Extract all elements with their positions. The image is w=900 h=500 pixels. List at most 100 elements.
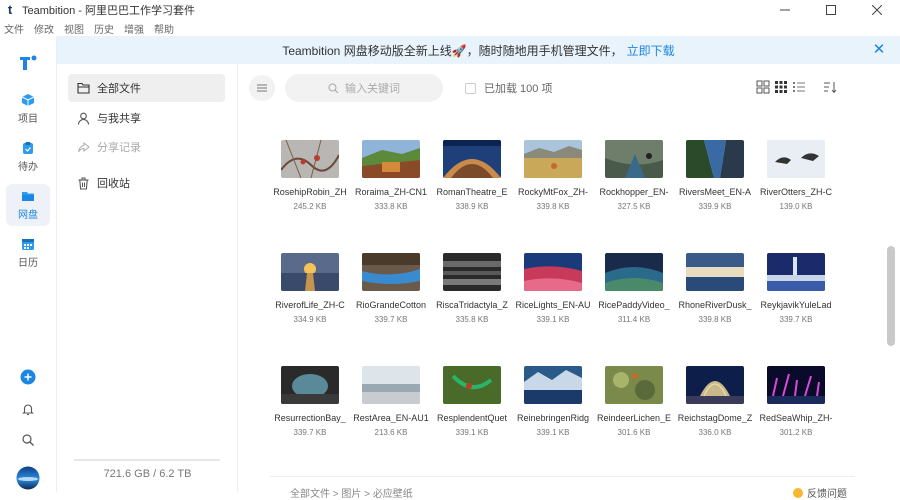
file-card[interactable]: Roraima_ZH-CN1 333.8 KB [351, 132, 431, 227]
file-card[interactable]: RiscaTridactyla_Z 335.8 KB [432, 245, 512, 340]
select-all-checkbox-group[interactable]: 已加载 100 项 [465, 80, 552, 96]
menu-edit[interactable]: 修改 [34, 21, 54, 36]
smile-icon [793, 487, 803, 498]
rail-item-drive[interactable]: 网盘 [6, 184, 50, 226]
small-grid-view-icon[interactable] [774, 80, 788, 94]
list-view-icon[interactable] [792, 80, 806, 94]
file-card[interactable]: ReindeerLichen_E 301.6 KB [594, 358, 674, 453]
nav-recycle-bin[interactable]: 回收站 [68, 169, 225, 197]
file-thumbnail [443, 140, 501, 178]
file-size: 311.4 KB [617, 315, 651, 324]
sort-icon[interactable] [823, 80, 837, 94]
maximize-button[interactable] [808, 0, 854, 20]
announcement-bar: Teambition 网盘移动版全新上线🚀，随时随地用手机管理文件， 立即下载 … [57, 36, 900, 64]
file-name: RiverofLife_ZH-C [275, 300, 345, 310]
drive-navigation: 全部文件 与我共享 分享记录 回收站 721.6 GB / 6.2 TB [57, 64, 238, 492]
file-thumbnail [524, 253, 582, 291]
file-name: Roraima_ZH-CN1 [354, 187, 427, 197]
file-card[interactable]: RiversMeet_EN-A 339.9 KB [675, 132, 755, 227]
file-card[interactable]: RioGrandeCotton 339.7 KB [351, 245, 431, 340]
window-title: Teambition - 阿里巴巴工作学习套件 [22, 5, 195, 17]
file-card[interactable]: RedSeaWhip_ZH- 301.2 KB [756, 358, 836, 453]
file-size: 245.2 KB [293, 202, 327, 211]
select-all-checkbox[interactable] [465, 82, 476, 94]
breadcrumb-item[interactable]: 全部文件 [290, 489, 330, 500]
vertical-scrollbar[interactable] [884, 110, 896, 492]
menu-enhance[interactable]: 增强 [124, 21, 144, 36]
file-card[interactable]: RomanTheatre_E 338.9 KB [432, 132, 512, 227]
rail-item-calendar[interactable]: 日历 [6, 232, 50, 274]
nav-recycle-label: 回收站 [97, 178, 130, 190]
user-avatar[interactable] [16, 466, 40, 490]
file-size: 339.7 KB [374, 315, 408, 324]
rail-label-calendar: 日历 [18, 258, 38, 269]
notifications-button[interactable] [19, 400, 37, 418]
file-card[interactable]: RockyMtFox_ZH- 339.8 KB [513, 132, 593, 227]
file-card[interactable]: ReichstagDome_Z 336.0 KB [675, 358, 755, 453]
file-size: 301.6 KB [617, 428, 651, 437]
file-size: 339.7 KB [293, 428, 327, 437]
nav-shared-label: 与我共享 [97, 113, 141, 125]
file-thumbnail [767, 253, 825, 291]
file-thumbnail [686, 253, 744, 291]
scrollbar-thumb[interactable] [887, 246, 895, 346]
file-card[interactable]: RosehipRobin_ZH 245.2 KB [270, 132, 350, 227]
close-window-button[interactable] [854, 0, 900, 20]
storage-usage-text: 721.6 GB / 6.2 TB [103, 468, 192, 480]
file-card[interactable]: ResplendentQuet 339.1 KB [432, 358, 512, 453]
menu-file[interactable]: 文件 [4, 21, 24, 36]
teambition-logo-icon: t [7, 2, 13, 17]
file-search-input[interactable]: 输入关键词 [285, 74, 443, 102]
calendar-icon [22, 239, 34, 250]
global-search-button[interactable] [19, 431, 37, 449]
file-card[interactable]: ReykjavikYuleLad 339.7 KB [756, 245, 836, 340]
file-size: 339.1 KB [455, 428, 489, 437]
nav-share-records[interactable]: 分享记录 [68, 133, 225, 161]
large-grid-view-icon[interactable] [756, 80, 770, 94]
minimize-button[interactable] [762, 0, 808, 20]
feedback-button[interactable]: 反馈问题 [793, 485, 847, 500]
breadcrumb-item[interactable]: 必应壁纸 [373, 489, 413, 500]
download-now-link[interactable]: 立即下载 [627, 42, 675, 59]
file-card[interactable]: ResurrectionBay_ 339.7 KB [270, 358, 350, 453]
file-thumbnail [362, 140, 420, 178]
menu-history[interactable]: 历史 [94, 21, 114, 36]
nav-all-files[interactable]: 全部文件 [68, 74, 225, 102]
search-icon [328, 82, 339, 93]
file-card[interactable]: Rockhopper_EN- 327.5 KB [594, 132, 674, 227]
app-rail: 项目 待办 网盘 日历 [0, 36, 57, 492]
file-thumbnail [443, 253, 501, 291]
collapse-menu-button[interactable] [249, 75, 275, 101]
file-name: RosehipRobin_ZH [273, 187, 347, 197]
file-card[interactable]: RicePaddyVideo_ 311.4 KB [594, 245, 674, 340]
announcement-close-icon[interactable]: ✕ [872, 42, 886, 57]
menu-view[interactable]: 视图 [64, 21, 84, 36]
file-thumbnail [605, 140, 663, 178]
feedback-label: 反馈问题 [807, 489, 847, 500]
file-card[interactable]: RiverOtters_ZH-C 139.0 KB [756, 132, 836, 227]
teambition-brand-icon[interactable] [17, 52, 39, 74]
file-size: 327.5 KB [617, 202, 651, 211]
file-card[interactable]: RestArea_EN-AU1 213.6 KB [351, 358, 431, 453]
file-name: ReykjavikYuleLad [760, 300, 832, 310]
file-card[interactable]: RhoneRiverDusk_ 339.8 KB [675, 245, 755, 340]
file-thumbnail [767, 140, 825, 178]
file-card[interactable]: RiverofLife_ZH-C 334.9 KB [270, 245, 350, 340]
file-card[interactable]: ReinebringenRidg 339.1 KB [513, 358, 593, 453]
breadcrumb-item[interactable]: 图片 [341, 489, 361, 500]
file-thumbnail [281, 140, 339, 178]
nav-shared-with-me[interactable]: 与我共享 [68, 104, 225, 132]
file-size: 339.7 KB [779, 315, 813, 324]
file-size: 339.9 KB [698, 202, 732, 211]
share-arrow-icon [78, 141, 90, 152]
file-card[interactable]: RiceLights_EN-AU 339.1 KB [513, 245, 593, 340]
rail-item-projects[interactable]: 项目 [6, 88, 50, 130]
file-name: RiverOtters_ZH-C [759, 187, 832, 197]
menu-help[interactable]: 帮助 [154, 21, 174, 36]
file-thumbnail [686, 366, 744, 404]
file-name: RhoneRiverDusk_ [678, 300, 752, 310]
add-button[interactable] [19, 368, 37, 386]
file-name: RestArea_EN-AU1 [353, 413, 429, 423]
rail-item-todo[interactable]: 待办 [6, 136, 50, 178]
file-name: RiceLights_EN-AU [515, 300, 591, 310]
